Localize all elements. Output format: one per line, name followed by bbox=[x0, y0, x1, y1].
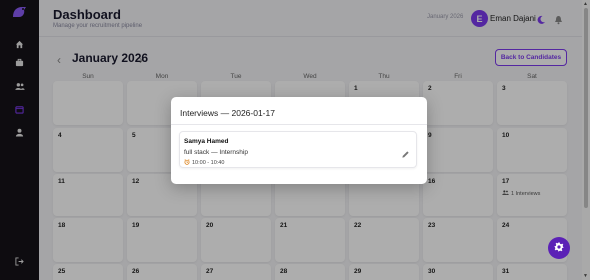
interview-card[interactable]: Samya Hamed full stack — Internship 10:0… bbox=[179, 131, 417, 168]
candidate-name: Samya Hamed bbox=[184, 138, 229, 145]
gear-icon bbox=[554, 239, 564, 257]
divider bbox=[171, 124, 427, 125]
settings-fab-button[interactable] bbox=[548, 237, 570, 259]
interviews-modal: Interviews — 2026-01-17 Samya Hamed full… bbox=[171, 97, 427, 184]
interview-time: 10:00 - 10:40 bbox=[184, 159, 224, 167]
alarm-clock-icon bbox=[184, 159, 190, 167]
pencil-icon[interactable] bbox=[401, 146, 410, 164]
modal-title: Interviews — 2026-01-17 bbox=[180, 108, 275, 118]
interview-time-label: 10:00 - 10:40 bbox=[192, 160, 225, 166]
interview-role: full stack — Internship bbox=[184, 149, 248, 156]
